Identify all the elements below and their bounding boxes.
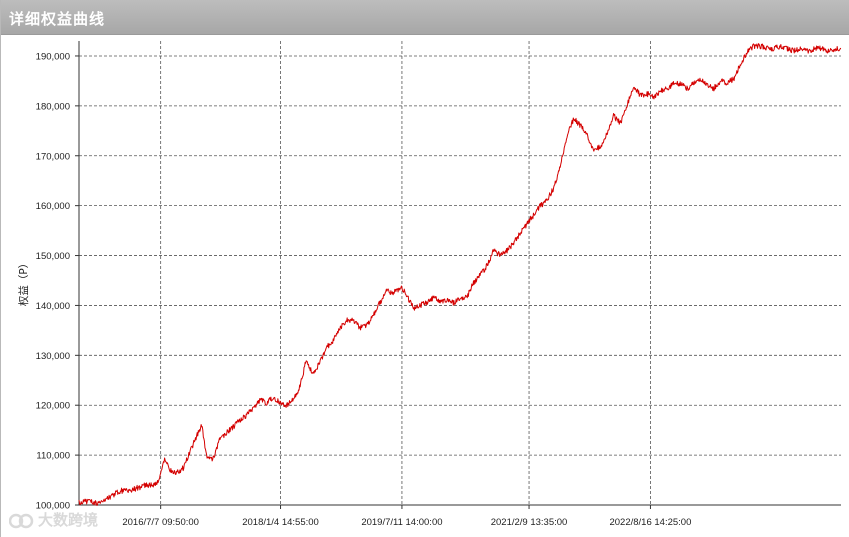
chart-window: 详细权益曲线 100,000 110,000 120,000 130,000 140,0…	[0, 0, 849, 537]
y-tick-label: 190,000	[36, 51, 70, 62]
x-tick-label: 2019/7/11 14:00:00	[361, 517, 442, 528]
x-tick-label: 2021/2/9 13:35:00	[491, 517, 568, 528]
watermark-logo-icon	[9, 513, 34, 528]
y-tick-label: 140,000	[36, 301, 70, 312]
y-tick-label: 110,000	[36, 451, 70, 462]
equity-series-line	[78, 43, 842, 506]
series-layer	[78, 43, 842, 506]
x-tick-label: 2018/1/4 14:55:00	[242, 517, 319, 528]
watermark: 大数跨境	[9, 509, 98, 531]
y-tick-label: 120,000	[36, 401, 70, 412]
grid-lines	[79, 41, 841, 506]
y-tick-label: 180,000	[36, 101, 70, 112]
equity-chart: 100,000110,000120,000130,000140,000150,0…	[17, 41, 842, 528]
x-tick-label: 2016/7/7 09:50:00	[122, 517, 199, 528]
axes	[75, 41, 841, 509]
y-tick-labels: 100,000110,000120,000130,000140,000150,0…	[36, 51, 70, 511]
y-tick-label: 170,000	[36, 151, 70, 162]
y-tick-label: 130,000	[36, 351, 70, 362]
x-tick-label: 2022/8/16 14:25:00	[609, 517, 691, 528]
y-tick-label: 160,000	[36, 201, 70, 212]
watermark-text: 大数跨境	[38, 511, 99, 529]
x-tick-labels: 2016/7/7 09:50:00 2018/1/4 14:55:00 2019/7…	[122, 517, 691, 528]
y-tick-label: 150,000	[36, 251, 70, 262]
y-axis-label: 权益（P）	[17, 258, 30, 306]
